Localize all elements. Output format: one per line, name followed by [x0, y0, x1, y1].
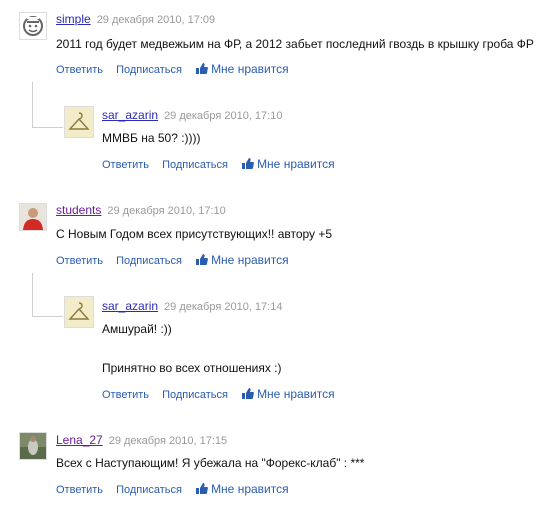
hanger-avatar-icon — [64, 106, 94, 138]
hanger-avatar-icon — [64, 296, 94, 328]
thread-connector — [32, 82, 63, 128]
subscribe-link[interactable]: Подписаться — [116, 484, 182, 496]
comment-actions: Ответить Подписаться Мне нравится — [56, 253, 289, 267]
comment-header: Lena_27 29 декабря 2010, 17:15 — [56, 433, 227, 447]
like-button[interactable]: Мне нравится — [241, 157, 335, 171]
person-photo-avatar — [19, 203, 47, 231]
comment-date: 29 декабря 2010, 17:14 — [164, 301, 283, 313]
comment-text-line: Амшурай! :)) — [102, 322, 172, 336]
author-link[interactable]: Lena_27 — [56, 433, 103, 447]
comment-header: sar_azarin 29 декабря 2010, 17:14 — [102, 299, 282, 313]
comment-actions: Ответить Подписаться Мне нравится — [56, 482, 289, 496]
comment-actions: Ответить Подписаться Мне нравится — [102, 157, 335, 171]
smiley-avatar-icon — [19, 12, 47, 40]
comment-header: students 29 декабря 2010, 17:10 — [56, 203, 226, 217]
comment-header: simple 29 декабря 2010, 17:09 — [56, 12, 215, 26]
reply-link[interactable]: Ответить — [56, 255, 103, 267]
comment-date: 29 декабря 2010, 17:15 — [108, 435, 228, 447]
author-link[interactable]: students — [56, 203, 101, 217]
comment-text-line: Принятно во всех отношениях :) — [102, 361, 282, 375]
subscribe-link[interactable]: Подписаться — [116, 64, 182, 76]
photo-avatar — [19, 432, 47, 460]
reply-link[interactable]: Ответить — [102, 159, 149, 171]
thumbs-up-icon — [242, 158, 254, 169]
comment-date: 29 декабря 2010, 17:10 — [164, 110, 283, 122]
thumbs-up-icon — [196, 254, 208, 265]
like-label: Мне нравится — [211, 482, 289, 496]
reply-link[interactable]: Ответить — [56, 64, 103, 76]
comment-date: 29 декабря 2010, 17:09 — [96, 14, 216, 26]
like-button[interactable]: Мне нравится — [241, 387, 335, 401]
thumbs-up-icon — [196, 483, 208, 494]
subscribe-link[interactable]: Подписаться — [162, 159, 228, 171]
author-link[interactable]: sar_azarin — [102, 108, 158, 122]
comment-text: Всех с Наступающим! Я убежала на "Форекс… — [56, 456, 365, 470]
author-link[interactable]: sar_azarin — [102, 299, 158, 313]
like-label: Мне нравится — [257, 157, 335, 171]
comment-actions: Ответить Подписаться Мне нравится — [56, 62, 289, 76]
reply-link[interactable]: Ответить — [56, 484, 103, 496]
like-button[interactable]: Мне нравится — [195, 253, 289, 267]
reply-link[interactable]: Ответить — [102, 389, 149, 401]
like-button[interactable]: Мне нравится — [195, 482, 289, 496]
author-link[interactable]: simple — [56, 12, 91, 26]
comment-text: ММВБ на 50? :)))) — [102, 131, 201, 145]
comment-text: С Новым Годом всех присутствующих!! авто… — [56, 227, 333, 241]
like-label: Мне нравится — [257, 387, 335, 401]
like-button[interactable]: Мне нравится — [195, 62, 289, 76]
comment-header: sar_azarin 29 декабря 2010, 17:10 — [102, 108, 282, 122]
thumbs-up-icon — [242, 388, 254, 399]
subscribe-link[interactable]: Подписаться — [116, 255, 182, 267]
comment-text: 2011 год будет медвежьим на ФР, а 2012 з… — [56, 37, 534, 51]
comment-actions: Ответить Подписаться Мне нравится — [102, 387, 335, 401]
subscribe-link[interactable]: Подписаться — [162, 389, 228, 401]
comment-date: 29 декабря 2010, 17:10 — [107, 205, 226, 217]
like-label: Мне нравится — [211, 62, 289, 76]
thread-connector — [32, 273, 63, 317]
thumbs-up-icon — [196, 63, 208, 74]
like-label: Мне нравится — [211, 253, 289, 267]
